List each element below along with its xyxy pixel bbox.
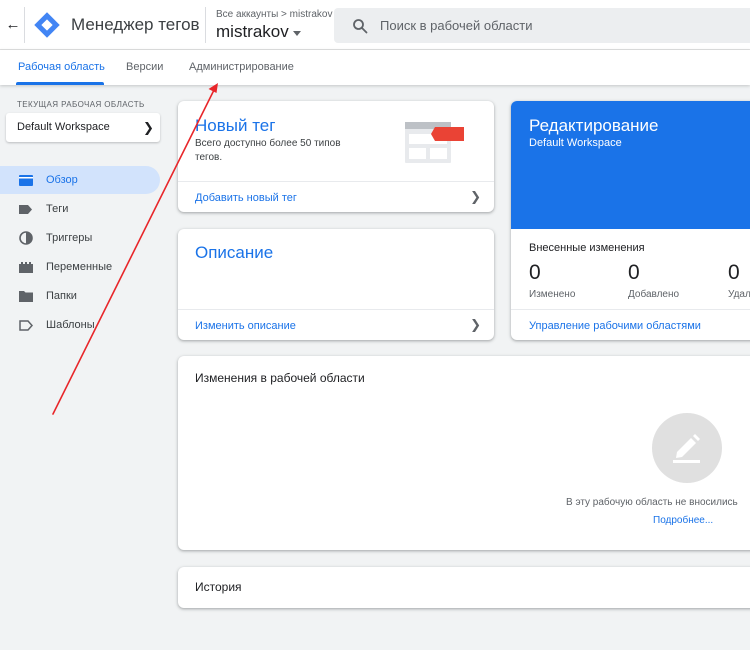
add-new-tag-link[interactable]: Добавить новый тег (195, 192, 297, 204)
nav-tabs: Рабочая область Версии Администрирование (0, 50, 750, 85)
search-placeholder: Поиск в рабочей области (380, 18, 533, 33)
workspace-name: Default Workspace (17, 121, 110, 133)
workspace-changes-card: Изменения в рабочей области В эту рабочу… (178, 356, 750, 550)
divider (205, 7, 206, 43)
empty-state-text: В эту рабочую область не вносились (566, 497, 738, 508)
manage-workspaces-link[interactable]: Управление рабочими областями (529, 320, 701, 332)
sidebar-item-label: Триггеры (46, 232, 93, 244)
sidebar-item-label: Теги (46, 203, 69, 215)
editing-footer: Управление рабочими областями (511, 309, 750, 340)
editing-workspace-name: Default Workspace (529, 137, 622, 149)
account-switcher[interactable]: mistrakov (216, 22, 289, 42)
editing-card: Редактирование Default Workspace Внесенн… (511, 101, 750, 340)
workspace-selector[interactable]: Default Workspace ❯ (6, 113, 160, 142)
folder-icon (19, 291, 33, 302)
learn-more-link[interactable]: Подробнее... (653, 515, 713, 526)
chevron-right-icon: ❯ (143, 120, 154, 135)
arrow-back-icon[interactable]: ← (3, 14, 23, 36)
tag-illustration-icon (405, 122, 464, 163)
template-icon (19, 320, 33, 331)
divider (24, 7, 25, 43)
description-title: Описание (195, 243, 274, 262)
added-label: Добавлено (628, 289, 680, 300)
editing-title: Редактирование (529, 116, 659, 135)
sidebar-item-folders[interactable]: Папки (0, 282, 160, 310)
added-count: 0 (628, 261, 640, 284)
tab-workspace[interactable]: Рабочая область (18, 61, 105, 73)
chevron-right-icon: ❯ (470, 317, 481, 332)
empty-state-circle (652, 413, 722, 483)
search-input[interactable]: Поиск в рабочей области (334, 8, 750, 43)
history-title: История (195, 580, 242, 594)
deleted-label: Удал (728, 289, 750, 300)
sidebar-item-tags[interactable]: Теги (0, 195, 160, 223)
tab-versions[interactable]: Версии (126, 61, 163, 73)
tag-icon (19, 205, 32, 214)
app-title: Менеджер тегов (71, 15, 200, 34)
sidebar-item-overview[interactable]: Обзор (0, 166, 160, 194)
edit-description-link[interactable]: Изменить описание (195, 320, 296, 332)
new-tag-card: Новый тег Всего доступно более 50 типов … (178, 101, 494, 212)
caret-down-icon[interactable] (293, 31, 301, 36)
sidebar-item-label: Обзор (46, 174, 78, 186)
search-icon (353, 19, 368, 34)
sidebar-item-triggers[interactable]: Триггеры (0, 224, 160, 252)
sidebar-item-templates[interactable]: Шаблоны (0, 311, 160, 339)
new-tag-title[interactable]: Новый тег (195, 116, 275, 136)
sidebar-item-label: Шаблоны (46, 319, 95, 331)
variables-icon (19, 262, 33, 273)
workspace-caption: ТЕКУЩАЯ РАБОЧАЯ ОБЛАСТЬ (17, 100, 145, 109)
description-footer[interactable]: Изменить описание ❯ (178, 309, 494, 340)
sidebar-item-variables[interactable]: Переменные (0, 253, 160, 281)
tab-admin[interactable]: Администрирование (189, 61, 294, 73)
tag-manager-logo-icon (34, 12, 60, 38)
overview-icon (19, 175, 33, 186)
chevron-right-icon: ❯ (470, 189, 481, 204)
workspace-changes-title: Изменения в рабочей области (195, 371, 365, 385)
history-card[interactable]: История (178, 567, 750, 608)
new-tag-footer[interactable]: Добавить новый тег ❯ (178, 181, 494, 212)
description-card: Описание Изменить описание ❯ (178, 229, 494, 340)
deleted-count: 0 (728, 261, 740, 284)
sidebar-item-label: Папки (46, 290, 77, 302)
account-breadcrumb[interactable]: Все аккаунты > mistrakov (216, 9, 332, 20)
changes-caption: Внесенные изменения (529, 242, 645, 254)
modified-count: 0 (529, 261, 541, 284)
modified-label: Изменено (529, 289, 576, 300)
new-tag-description: Всего доступно более 50 типов тегов. (195, 138, 341, 163)
top-bar: ← Менеджер тегов Все аккаунты > mistrako… (0, 0, 750, 50)
active-tab-indicator (16, 82, 104, 85)
edit-pencil-icon (673, 434, 700, 463)
sidebar-item-label: Переменные (46, 261, 113, 273)
editing-header: Редактирование Default Workspace (511, 101, 750, 229)
trigger-icon (19, 231, 33, 245)
